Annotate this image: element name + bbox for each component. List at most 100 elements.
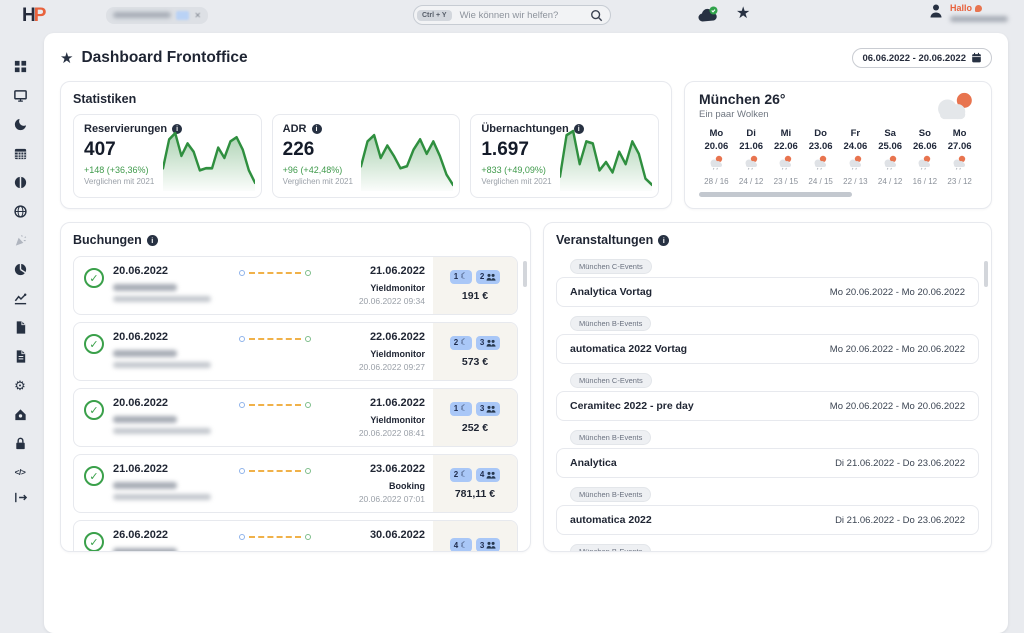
- booking-price: 573 €: [462, 356, 488, 368]
- booking-price-box: 4 3: [433, 521, 517, 552]
- weather-day-name: Mo: [699, 128, 734, 139]
- lock-icon[interactable]: [12, 435, 28, 451]
- weather-day-temp: 22 / 13: [838, 177, 873, 186]
- monitor-icon[interactable]: [12, 87, 28, 103]
- info-icon[interactable]: [658, 235, 669, 246]
- date-range-value: 06.06.2022 - 20.06.2022: [862, 53, 966, 64]
- event-item: München B-Events Analytica Di 21.06.2022…: [556, 427, 979, 478]
- guests-badge: 2: [476, 270, 500, 284]
- event-name: Analytica: [570, 457, 617, 469]
- weather-day-name: Di: [734, 128, 769, 139]
- cloud-status-icon[interactable]: [697, 6, 719, 24]
- sparkline-chart: [163, 129, 255, 191]
- booking-row[interactable]: 21.06.2022 23.06.2022 Booking 20.06.2022…: [73, 454, 518, 513]
- event-date-range: Di 21.06.2022 - Do 23.06.2022: [835, 458, 965, 469]
- chart-line-icon[interactable]: [12, 290, 28, 306]
- close-icon[interactable]: ✕: [194, 11, 201, 20]
- user-menu[interactable]: Hallo: [928, 3, 1008, 22]
- event-category-tag: München B-Events: [570, 316, 651, 331]
- weather-day-temp: 24 / 12: [734, 177, 769, 186]
- event-row[interactable]: Analytica Di 21.06.2022 - Do 23.06.2022: [556, 448, 979, 478]
- home-icon[interactable]: [12, 406, 28, 422]
- booking-row[interactable]: 20.06.2022 21.06.2022 Yieldmonitor 20.06…: [73, 388, 518, 447]
- weather-condition: Ein paar Wolken: [699, 109, 786, 120]
- dashboard-grid-icon[interactable]: [12, 58, 28, 74]
- hotel-badge: [176, 11, 189, 20]
- booking-row[interactable]: 20.06.2022 21.06.2022 Yieldmonitor 20.06…: [73, 256, 518, 315]
- checkin-dot-icon: [239, 336, 245, 342]
- people-icon: [486, 339, 496, 347]
- nights-badge: 1: [450, 270, 472, 284]
- info-icon[interactable]: [147, 235, 158, 246]
- checkout-dot-icon: [305, 270, 311, 276]
- events-scrollbar-thumb[interactable]: [984, 261, 988, 287]
- info-icon[interactable]: [312, 124, 322, 134]
- event-category-tag: München B-Events: [570, 430, 651, 445]
- shortcut-badge: Ctrl + Y: [417, 10, 452, 21]
- events-section: Veranstaltungen München C-Events Analyti…: [543, 222, 992, 552]
- stat-card: Reservierungen 407 +148 (+36,36%) Vergli…: [73, 114, 262, 198]
- calendar-icon[interactable]: [12, 145, 28, 161]
- weather-day-name: Mo: [942, 128, 977, 139]
- event-date-range: Mo 20.06.2022 - Mo 20.06.2022: [830, 287, 965, 298]
- guests-badge: 3: [476, 402, 500, 416]
- dashed-line: [249, 536, 301, 538]
- weather-scrollbar-thumb[interactable]: [699, 192, 852, 197]
- confetti-icon[interactable]: [12, 232, 28, 248]
- event-row[interactable]: Ceramitec 2022 - pre day Mo 20.06.2022 -…: [556, 391, 979, 421]
- date-range-picker[interactable]: 06.06.2022 - 20.06.2022: [852, 48, 992, 68]
- event-date-range: Mo 20.06.2022 - Mo 20.06.2022: [830, 344, 965, 355]
- topbar: HP ✕ Ctrl + Y Wie können wir helfen? ★ H…: [0, 0, 1024, 30]
- booking-checkin-date: 20.06.2022: [113, 331, 211, 343]
- event-row[interactable]: Analytica Vortag Mo 20.06.2022 - Mo 20.0…: [556, 277, 979, 307]
- nights-badge: 2: [450, 336, 472, 350]
- favorites-star-icon[interactable]: ★: [736, 4, 750, 24]
- event-name: automatica 2022 Vortag: [570, 343, 687, 355]
- disc-split-icon[interactable]: [12, 174, 28, 190]
- booking-row[interactable]: 26.06.2022 30.06.2022 4 3: [73, 520, 518, 552]
- checkout-dot-icon: [305, 468, 311, 474]
- dashed-line: [249, 272, 301, 274]
- wave-emoji-icon: [975, 5, 982, 12]
- file-text-icon[interactable]: [12, 348, 28, 364]
- bookings-scrollbar-thumb[interactable]: [523, 261, 527, 287]
- weather-day: Do 23.06 24 / 15: [803, 128, 838, 186]
- event-row[interactable]: automatica 2022 Vortag Mo 20.06.2022 - M…: [556, 334, 979, 364]
- page-favorite-star-icon[interactable]: ★: [60, 49, 73, 67]
- event-name: Analytica Vortag: [570, 286, 652, 298]
- weather-day-date: 21.06: [734, 141, 769, 152]
- sparkline-chart: [361, 129, 453, 191]
- moon-icon[interactable]: [12, 116, 28, 132]
- global-search[interactable]: Ctrl + Y Wie können wir helfen?: [413, 5, 611, 25]
- booking-created-timestamp: 20.06.2022 09:34: [321, 296, 425, 306]
- logout-icon[interactable]: [12, 489, 28, 505]
- booking-checkin-date: 26.06.2022: [113, 529, 211, 541]
- booking-checkin-date: 20.06.2022: [113, 397, 211, 409]
- booking-row[interactable]: 20.06.2022 22.06.2022 Yieldmonitor 20.06…: [73, 322, 518, 381]
- weather-day-temp: 23 / 15: [769, 177, 804, 186]
- event-row[interactable]: automatica 2022 Di 21.06.2022 - Do 23.06…: [556, 505, 979, 535]
- weather-city: München 26°: [699, 91, 786, 107]
- weather-day: Fr 24.06 22 / 13: [838, 128, 873, 186]
- search-icon[interactable]: [590, 9, 603, 22]
- globe-icon[interactable]: [12, 203, 28, 219]
- file-icon[interactable]: [12, 319, 28, 335]
- event-date-range: Mo 20.06.2022 - Mo 20.06.2022: [830, 401, 965, 412]
- hotel-selector[interactable]: ✕: [106, 7, 208, 24]
- weather-day: Mo 27.06 23 / 12: [942, 128, 977, 186]
- confirmed-check-icon: [84, 334, 104, 354]
- event-item: München C-Events Analytica Vortag Mo 20.…: [556, 256, 979, 307]
- gear-icon[interactable]: ⚙: [12, 377, 28, 393]
- guests-badge: 3: [476, 538, 500, 552]
- app-logo[interactable]: HP: [22, 6, 44, 25]
- pie-chart-icon[interactable]: [12, 261, 28, 277]
- event-name: automatica 2022: [570, 514, 652, 526]
- cloud-sun-icon: [931, 91, 977, 121]
- event-category-tag: München B-Events: [570, 544, 651, 552]
- weather-day: Sa 25.06 24 / 12: [873, 128, 908, 186]
- search-input[interactable]: Wie können wir helfen?: [452, 10, 590, 21]
- moon-icon: [460, 540, 468, 551]
- greeting-text: Hallo: [950, 3, 972, 13]
- event-category-tag: München B-Events: [570, 487, 651, 502]
- code-icon[interactable]: </>: [12, 464, 28, 480]
